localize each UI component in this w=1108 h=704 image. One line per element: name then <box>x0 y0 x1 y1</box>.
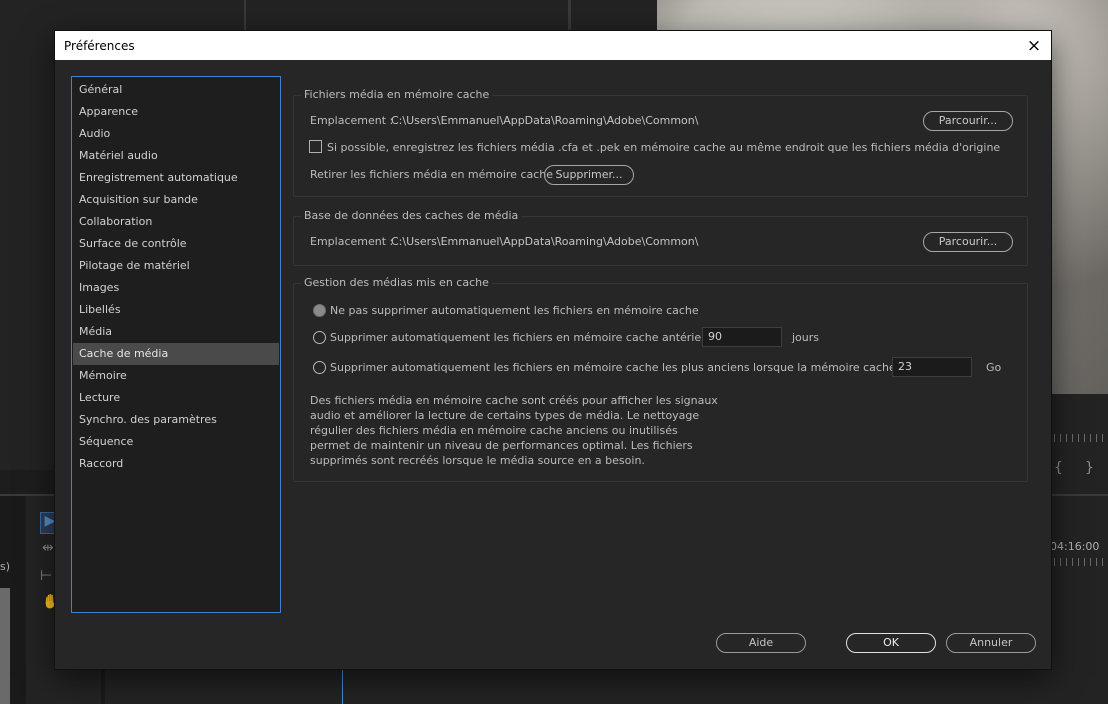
help-button[interactable]: Aide <box>716 633 806 653</box>
sidebar-item-graphics[interactable]: Images <box>73 277 279 299</box>
left-thumbnail <box>0 588 10 704</box>
program-monitor-ruler[interactable] <box>1054 434 1108 442</box>
mark-out-icon[interactable]: } <box>1085 460 1094 476</box>
track-select-tool-icon[interactable]: ⇹ <box>42 540 54 556</box>
section-title: Gestion des médias mis en cache <box>301 276 492 289</box>
cancel-button[interactable]: Annuler <box>946 633 1036 653</box>
older-days-input[interactable]: 90 <box>702 327 782 347</box>
sidebar-item-labels[interactable]: Libellés <box>73 299 279 321</box>
location-label: Emplacement : <box>310 235 394 248</box>
size-unit-label: Go <box>986 361 1002 374</box>
browse-button[interactable]: Parcourir... <box>923 232 1013 252</box>
sidebar-item-sync-settings[interactable]: Synchro. des paramètres <box>73 409 279 431</box>
delete-older-label: Supprimer automatiquement les fichiers e… <box>330 331 736 344</box>
location-path: C:\Users\Emmanuel\AppData\Roaming\Adobe\… <box>391 114 699 127</box>
timeline-timecode: 04:16:00 <box>1050 540 1100 553</box>
ripple-edit-tool-icon[interactable]: ⊢ <box>40 568 52 584</box>
sidebar-item-appearance[interactable]: Apparence <box>73 101 279 123</box>
save-next-to-originals-label: Si possible, enregistrez les fichiers mé… <box>327 141 1001 154</box>
sidebar-item-control-surface[interactable]: Surface de contrôle <box>73 233 279 255</box>
sidebar-item-auto-save[interactable]: Enregistrement automatique <box>73 167 279 189</box>
cache-management-section: Gestion des médias mis en cache Ne pas s… <box>293 276 1028 482</box>
preferences-category-list: Général Apparence Audio Matériel audio E… <box>71 76 281 613</box>
timeline-ruler[interactable] <box>1054 558 1108 566</box>
delete-older-radio[interactable] <box>313 331 326 344</box>
preferences-dialog: Préférences × Général Apparence Audio Ma… <box>55 31 1051 669</box>
delete-size-label: Supprimer automatiquement les fichiers e… <box>330 361 953 374</box>
days-unit-label: jours <box>792 331 820 344</box>
no-auto-delete-label: Ne pas supprimer automatiquement les fic… <box>330 304 699 317</box>
dialog-titlebar: Préférences × <box>55 31 1051 60</box>
sidebar-item-playback[interactable]: Lecture <box>73 387 279 409</box>
sidebar-item-memory[interactable]: Mémoire <box>73 365 279 387</box>
cache-info-text: Des fichiers média en mémoire cache sont… <box>310 394 718 467</box>
sidebar-item-media-cache[interactable]: Cache de média <box>73 343 279 365</box>
section-title: Base de données des caches de média <box>301 209 522 222</box>
delete-size-radio[interactable] <box>313 361 326 374</box>
close-icon[interactable]: × <box>1021 33 1047 58</box>
section-title: Fichiers média en mémoire cache <box>301 88 493 101</box>
sidebar-item-audio[interactable]: Audio <box>73 123 279 145</box>
ok-button[interactable]: OK <box>846 633 936 653</box>
sidebar-item-capture[interactable]: Acquisition sur bande <box>73 189 279 211</box>
location-path: C:\Users\Emmanuel\AppData\Roaming\Adobe\… <box>391 235 699 248</box>
delete-button[interactable]: Supprimer... <box>544 165 634 185</box>
cache-size-input[interactable]: 23 <box>892 357 972 377</box>
sidebar-item-collaboration[interactable]: Collaboration <box>73 211 279 233</box>
sidebar-item-trim[interactable]: Raccord <box>73 453 279 475</box>
sidebar-item-general[interactable]: Général <box>73 79 279 101</box>
no-auto-delete-radio[interactable] <box>313 304 326 317</box>
media-cache-database-section: Base de données des caches de média Empl… <box>293 209 1028 266</box>
sidebar-item-device-control[interactable]: Pilotage de matériel <box>73 255 279 277</box>
timeline-playhead[interactable] <box>342 668 343 704</box>
media-cache-files-section: Fichiers média en mémoire cache Emplacem… <box>293 88 1028 197</box>
save-next-to-originals-checkbox[interactable] <box>309 140 322 153</box>
browse-button[interactable]: Parcourir... <box>923 111 1013 131</box>
remove-cache-label: Retirer les fichiers média en mémoire ca… <box>310 168 554 181</box>
left-panel-label: s) <box>0 560 11 573</box>
sidebar-item-audio-hardware[interactable]: Matériel audio <box>73 145 279 167</box>
sidebar-item-media[interactable]: Média <box>73 321 279 343</box>
sidebar-item-sequence[interactable]: Séquence <box>73 431 279 453</box>
mark-in-icon[interactable]: { <box>1054 460 1063 476</box>
location-label: Emplacement : <box>310 114 394 127</box>
program-monitor-controls <box>1051 394 1108 494</box>
dialog-title: Préférences <box>64 39 135 53</box>
